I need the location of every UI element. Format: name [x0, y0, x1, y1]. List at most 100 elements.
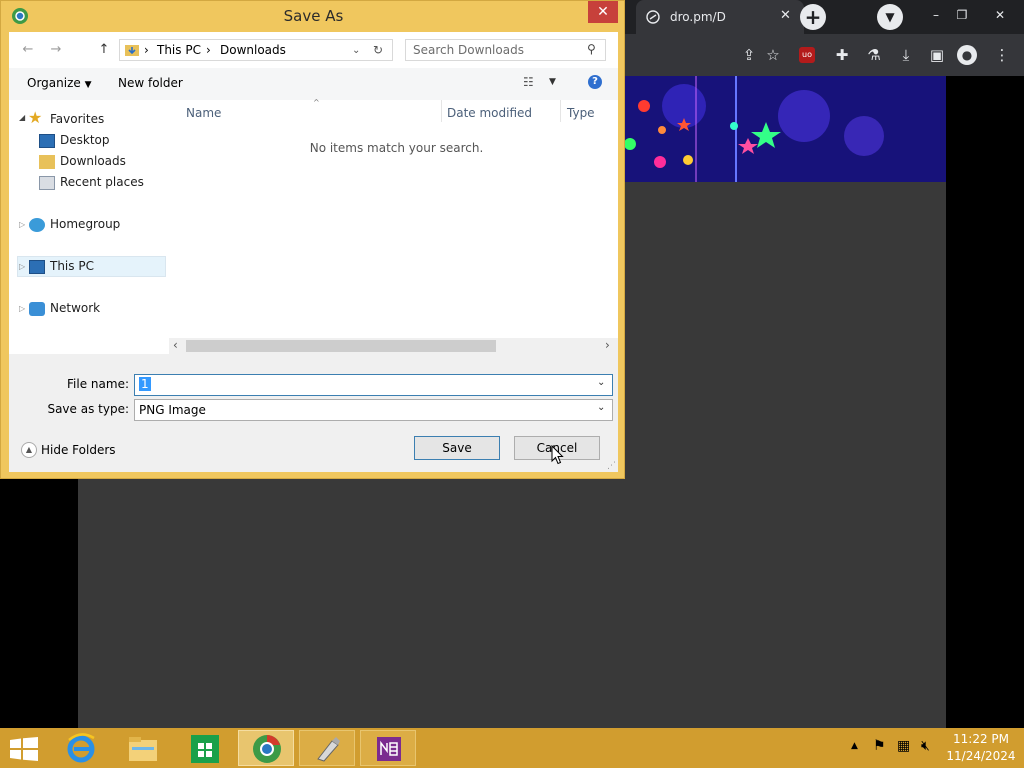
file-explorer-button[interactable] [116, 730, 172, 766]
breadcrumb-separator-icon: › [144, 43, 149, 57]
start-button[interactable] [0, 730, 48, 766]
scroll-right-icon[interactable]: › [605, 338, 610, 352]
nav-downloads[interactable]: Downloads [60, 151, 126, 171]
banner-image [624, 76, 946, 182]
store-icon [191, 735, 219, 763]
nav-recent-places[interactable]: Recent places [60, 172, 144, 192]
save-button[interactable]: Save [414, 436, 500, 460]
scrollbar-thumb[interactable] [186, 340, 496, 352]
up-icon[interactable]: ↑ [93, 40, 115, 60]
restore-button[interactable]: ❐ [950, 4, 974, 26]
column-divider[interactable] [441, 100, 442, 122]
chrome-icon [253, 735, 281, 763]
onenote-button[interactable] [360, 730, 416, 766]
browser-close-button[interactable]: ✕ [988, 4, 1012, 26]
browser-window: dro.pm/D ✕ + ▼ – ❐ ✕ ⇪ ☆ uo ✚ ⚗ ⤓ ▣ ● ⋮ [624, 0, 1024, 728]
volume-muted-icon[interactable]: 🔇︎ [921, 738, 930, 754]
forward-icon[interactable]: → [45, 40, 67, 60]
file-name-value: 1 [139, 377, 151, 391]
nav-homegroup[interactable]: Homegroup [50, 214, 120, 234]
profile-icon[interactable]: ● [957, 45, 977, 65]
back-icon[interactable]: ← [17, 40, 39, 60]
tab-close-icon[interactable]: ✕ [780, 8, 791, 23]
search-icon[interactable]: ⚲ [587, 42, 596, 56]
view-options-icon[interactable]: ☷ [523, 75, 534, 89]
share-icon[interactable]: ⇪ [738, 44, 760, 66]
organize-button[interactable]: Organize ▼ [27, 76, 92, 90]
sort-arrow-icon: ^ [313, 98, 320, 107]
action-center-icon[interactable]: ⚑ [873, 738, 886, 754]
save-type-select[interactable]: PNG Image ⌄ [134, 399, 613, 421]
horizontal-scrollbar[interactable]: ‹ › [169, 338, 618, 354]
hide-folders-button[interactable]: Hide Folders [41, 443, 116, 457]
onenote-icon [377, 737, 401, 761]
chevron-down-icon[interactable]: ▼ [877, 4, 903, 30]
column-date-modified[interactable]: Date modified [447, 106, 532, 120]
nav-this-pc[interactable]: This PC [50, 256, 94, 276]
nav-desktop[interactable]: Desktop [60, 130, 110, 150]
minimize-button[interactable]: – [924, 4, 948, 26]
chevron-down-icon[interactable]: ⌄ [352, 45, 360, 56]
breadcrumb-downloads[interactable]: Downloads [220, 43, 286, 57]
column-name[interactable]: Name [186, 106, 221, 120]
browser-tab[interactable]: dro.pm/D ✕ [636, 0, 804, 34]
clock-time[interactable]: 11:22 PM [946, 732, 1016, 746]
homegroup-icon [29, 218, 45, 232]
this-pc-icon [29, 260, 45, 274]
extensions-icon[interactable]: ✚ [831, 44, 853, 66]
page-content-area-left [78, 478, 624, 728]
view-dropdown-icon[interactable]: ▼ [549, 77, 556, 87]
save-type-label: Save as type: [47, 402, 129, 416]
network-icon [29, 302, 45, 316]
ublock-icon[interactable]: uo [799, 47, 815, 63]
hide-folders-icon[interactable]: ▲ [21, 442, 37, 458]
sidebar-icon[interactable]: ▣ [926, 44, 948, 66]
file-explorer-icon [129, 737, 157, 761]
expanded-arrow-icon[interactable]: ◢ [19, 113, 25, 122]
file-name-input[interactable]: 1 ⌄ [134, 374, 613, 396]
dialog-close-button[interactable]: ✕ [588, 1, 618, 23]
scroll-left-icon[interactable]: ‹ [173, 338, 178, 352]
page-content-area [624, 182, 946, 728]
clock-date[interactable]: 11/24/2024 [946, 749, 1016, 763]
breadcrumb-this-pc[interactable]: This PC [157, 43, 201, 57]
internet-explorer-button[interactable] [55, 730, 111, 766]
nav-favorites[interactable]: Favorites [50, 109, 104, 129]
column-type[interactable]: Type [567, 106, 595, 120]
address-bar[interactable]: › This PC › Downloads ⌄ ↻ [119, 39, 393, 61]
chrome-button[interactable] [238, 730, 294, 766]
store-button[interactable] [177, 730, 233, 766]
dialog-titlebar[interactable]: Save As ✕ [1, 1, 626, 31]
browser-toolbar: ⇪ ☆ uo ✚ ⚗ ⤓ ▣ ● ⋮ [624, 34, 1024, 76]
save-type-value: PNG Image [139, 403, 206, 417]
chevron-down-icon[interactable]: ⌄ [597, 402, 605, 413]
app-button[interactable] [299, 730, 355, 766]
tab-title: dro.pm/D [670, 10, 726, 24]
collapsed-arrow-icon[interactable]: ▷ [19, 304, 25, 313]
resize-grip-icon[interactable]: ⋰ [607, 461, 616, 471]
organize-label: Organize [27, 76, 81, 90]
download-icon[interactable]: ⤓ [895, 44, 917, 66]
menu-icon[interactable]: ⋮ [991, 44, 1013, 66]
tray-expand-icon[interactable]: ▲ [851, 741, 858, 751]
app-icon [317, 737, 340, 762]
new-folder-button[interactable]: New folder [118, 76, 183, 90]
downloads-folder-icon [125, 45, 139, 56]
collapsed-arrow-icon[interactable]: ▷ [19, 262, 25, 271]
star-icon[interactable]: ☆ [762, 44, 784, 66]
column-divider[interactable] [560, 100, 561, 122]
web-page [624, 76, 1024, 728]
refresh-icon[interactable]: ↻ [373, 43, 383, 57]
desktop-icon [39, 134, 55, 148]
chevron-down-icon[interactable]: ⌄ [597, 377, 605, 388]
new-tab-button[interactable]: + [800, 4, 826, 30]
help-icon[interactable]: ? [588, 75, 602, 89]
empty-message: No items match your search. [309, 141, 484, 155]
labs-icon[interactable]: ⚗ [863, 44, 885, 66]
collapsed-arrow-icon[interactable]: ▷ [19, 220, 25, 229]
taskbar: ▲ ⚑ ▦ 🔇︎ 11:22 PM 11/24/2024 [0, 728, 1024, 768]
nav-network[interactable]: Network [50, 298, 100, 318]
search-field[interactable]: Search Downloads ⚲ [405, 39, 606, 61]
network-tray-icon[interactable]: ▦ [897, 738, 910, 754]
mouse-cursor-icon [551, 445, 564, 465]
